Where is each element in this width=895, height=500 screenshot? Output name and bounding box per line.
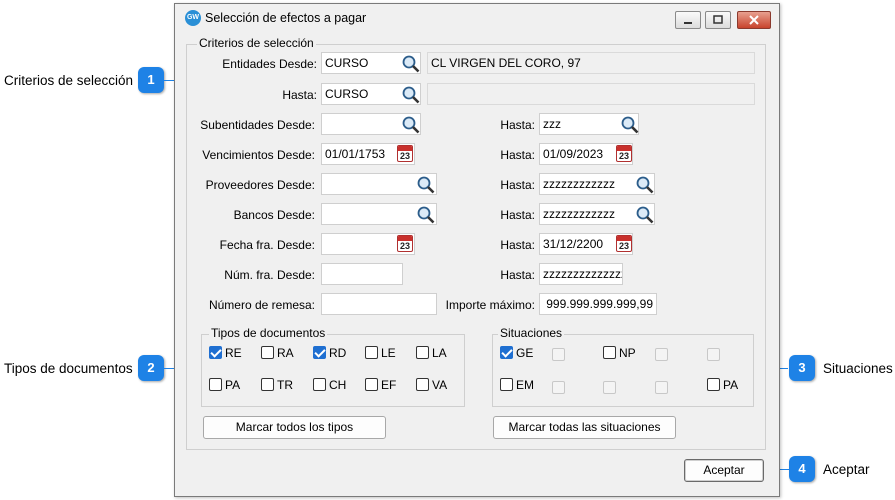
tipo-va-checkbox[interactable]	[416, 378, 429, 391]
close-button[interactable]	[737, 11, 771, 29]
maximize-button[interactable]	[705, 11, 731, 29]
app-logo-icon: GW	[185, 10, 201, 26]
situacion-checkbox-disabled	[552, 348, 565, 361]
tipo-pa-checkbox[interactable]	[209, 378, 222, 391]
proveedores-desde-label: Proveedores Desde:	[205, 178, 315, 192]
subentidades-desde-label: Subentidades Desde:	[200, 118, 315, 132]
tipo-re-label: RE	[225, 346, 242, 360]
criteria-legend: Criterios de selección	[197, 36, 316, 50]
search-icon[interactable]	[417, 176, 435, 194]
fecha-fra-hasta-label: Hasta:	[500, 238, 535, 252]
num-fra-desde-label: Núm. fra. Desde:	[224, 268, 315, 282]
entidades-hasta-description	[427, 83, 755, 105]
accept-button[interactable]: Aceptar	[684, 459, 764, 482]
importe-input[interactable]: 999.999.999.999,99	[539, 293, 657, 315]
bancos-hasta-label: Hasta:	[500, 208, 535, 222]
subentidades-hasta-label: Hasta:	[500, 118, 535, 132]
search-icon[interactable]	[417, 206, 435, 224]
tipo-pa-label: PA	[225, 378, 241, 392]
tipo-tr-checkbox[interactable]	[261, 378, 274, 391]
tipo-ef-label: EF	[381, 378, 397, 392]
tipo-rd-checkbox[interactable]	[313, 346, 326, 359]
tipos-legend: Tipos de documentos	[209, 326, 328, 340]
tipo-la-checkbox[interactable]	[416, 346, 429, 359]
minimize-button[interactable]	[675, 11, 701, 29]
situacion-pa-label: PA	[723, 378, 739, 392]
tipo-va-label: VA	[432, 378, 448, 392]
tipo-ra-checkbox[interactable]	[261, 346, 274, 359]
situacion-ge-checkbox[interactable]	[500, 346, 513, 359]
title-bar[interactable]: GW Selección de efectos a pagar	[175, 4, 779, 32]
search-icon[interactable]	[636, 206, 654, 224]
situacion-em-checkbox[interactable]	[500, 378, 513, 391]
calendar-icon[interactable]: 23	[397, 145, 413, 162]
situacion-np-label: NP	[619, 346, 636, 360]
num-fra-hasta-input[interactable]: zzzzzzzzzzzzzzz	[539, 263, 623, 285]
close-icon	[749, 15, 759, 25]
situacion-em-label: EM	[516, 378, 534, 392]
callout-label-aceptar: Aceptar	[823, 462, 870, 477]
num-fra-desde-input[interactable]	[321, 263, 403, 285]
search-icon[interactable]	[636, 176, 654, 194]
tipo-re-checkbox[interactable]	[209, 346, 222, 359]
situacion-checkbox-disabled	[655, 381, 668, 394]
fecha-fra-desde-label: Fecha fra. Desde:	[219, 238, 315, 252]
bancos-desde-label: Bancos Desde:	[233, 208, 315, 222]
callout-badge-2: 2	[138, 355, 164, 381]
tipos-group	[201, 334, 465, 407]
callout-badge-3: 3	[789, 355, 815, 381]
tipo-ch-checkbox[interactable]	[313, 378, 326, 391]
search-icon[interactable]	[402, 55, 420, 73]
calendar-icon[interactable]: 23	[616, 235, 632, 252]
situacion-pa-checkbox[interactable]	[707, 378, 720, 391]
remesa-input[interactable]	[321, 293, 437, 315]
dialog-window: GW Selección de efectos a pagar Criterio…	[174, 3, 780, 497]
mark-all-types-button[interactable]: Marcar todos los tipos	[203, 416, 386, 439]
callout-badge-1: 1	[138, 67, 164, 93]
remesa-label: Número de remesa:	[208, 298, 315, 312]
mark-all-situations-button[interactable]: Marcar todas las situaciones	[493, 416, 676, 439]
tipo-ra-label: RA	[277, 346, 294, 360]
search-icon[interactable]	[402, 86, 420, 104]
entidades-desde-label: Entidades Desde:	[222, 57, 317, 71]
search-icon[interactable]	[402, 116, 420, 134]
calendar-icon[interactable]: 23	[616, 145, 632, 162]
vencimientos-hasta-label: Hasta:	[500, 148, 535, 162]
situaciones-legend: Situaciones	[498, 326, 565, 340]
situacion-checkbox-disabled	[707, 348, 720, 361]
tipo-le-checkbox[interactable]	[365, 346, 378, 359]
situacion-ge-label: GE	[516, 346, 534, 360]
situacion-checkbox-disabled	[603, 381, 616, 394]
situacion-np-checkbox[interactable]	[603, 346, 616, 359]
tipo-le-label: LE	[381, 346, 396, 360]
callout-label-tipos: Tipos de documentos	[4, 361, 133, 376]
situacion-checkbox-disabled	[552, 381, 565, 394]
entidades-hasta-label: Hasta:	[282, 88, 317, 102]
entidades-desde-description: CL VIRGEN DEL CORO, 97	[427, 52, 755, 74]
callout-badge-4: 4	[789, 456, 815, 482]
search-icon[interactable]	[621, 116, 639, 134]
maximize-icon	[713, 15, 723, 24]
window-title: Selección de efectos a pagar	[205, 11, 367, 25]
minimize-icon	[684, 22, 692, 24]
situaciones-group	[492, 334, 754, 407]
tipo-ef-checkbox[interactable]	[365, 378, 378, 391]
tipo-tr-label: TR	[277, 378, 293, 392]
tipo-la-label: LA	[432, 346, 447, 360]
situacion-checkbox-disabled	[655, 348, 668, 361]
calendar-icon[interactable]: 23	[397, 235, 413, 252]
importe-label: Importe máximo:	[445, 298, 535, 312]
callout-label-criterios: Criterios de selección	[4, 73, 134, 88]
num-fra-hasta-label: Hasta:	[500, 268, 535, 282]
vencimientos-desde-label: Vencimientos Desde:	[202, 148, 315, 162]
callout-label-situaciones: Situaciones	[823, 361, 893, 376]
tipo-ch-label: CH	[329, 378, 347, 392]
proveedores-hasta-label: Hasta:	[500, 178, 535, 192]
tipo-rd-label: RD	[329, 346, 347, 360]
